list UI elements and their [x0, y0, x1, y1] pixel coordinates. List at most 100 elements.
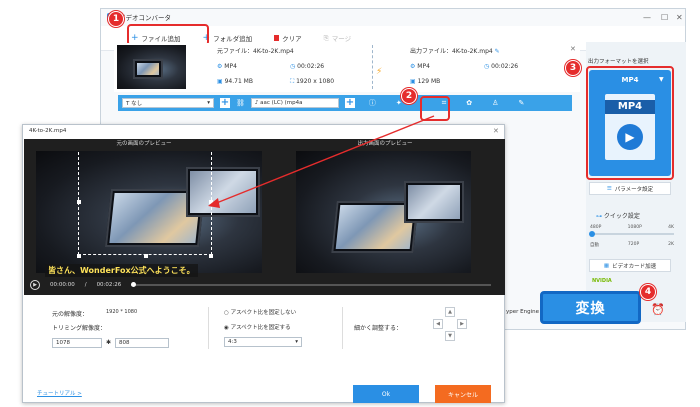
source-format: MP4 [224, 63, 237, 70]
source-duration: 00:02:26 [297, 63, 325, 70]
sliders-icon: ☰ [606, 185, 612, 192]
add-folder-button[interactable]: + フォルダ追加 [203, 33, 253, 43]
seek-bar[interactable] [131, 282, 492, 287]
output-filename: 4K-to-2K.mp4 [452, 48, 493, 55]
person-icon[interactable]: ♙ [492, 99, 498, 107]
trim-height-input[interactable]: 808 [115, 338, 169, 348]
nvidia-logo: NVIDIA [592, 278, 612, 284]
quick-settings-label: ⊶ クイック設定 [596, 211, 640, 220]
arrow-down-button[interactable]: ▼ [445, 331, 455, 341]
quick-settings-text: クイック設定 [603, 213, 640, 220]
quick-480p[interactable]: 480P [590, 225, 601, 230]
seek-handle[interactable] [131, 282, 137, 287]
watermark-icon[interactable]: ✿ [466, 99, 472, 107]
edit-icon[interactable]: ✎ [493, 48, 500, 55]
merge-icon: ⎘ [323, 33, 329, 42]
cancel-button[interactable]: キャンセル [435, 385, 491, 403]
convert-button[interactable]: 変換 [540, 291, 641, 324]
source-label: 元ファイル： [217, 48, 254, 55]
red-arrow [208, 115, 435, 208]
video-caption: 皆さん、WonderFox公式へようこそ。 [45, 264, 198, 277]
divider [208, 307, 209, 349]
title-bar: ビデオコンバータ — ☐ ✕ [101, 9, 685, 25]
add-folder-label: フォルダ追加 [213, 35, 253, 43]
playback-bar: ▶ 00:00:00 / 00:02:26 [24, 275, 505, 295]
pen-icon[interactable]: ✎ [518, 99, 524, 107]
trash-icon [274, 35, 280, 41]
chevron-down-icon: ▾ [295, 339, 298, 345]
ok-button[interactable]: Ok [353, 385, 419, 403]
output-size: 129 MB [417, 78, 441, 85]
play-button-icon[interactable]: ▶ [30, 280, 40, 290]
source-resolution: 1920 x 1080 [296, 78, 335, 85]
minimize-icon[interactable]: — [643, 13, 651, 22]
quick-top-labels: 480P 1080P 4K [590, 225, 674, 230]
quick-icon: ⊶ [596, 213, 604, 220]
gpu-accel-button[interactable]: ▦ ビデオカード加速 [589, 259, 671, 272]
tutorial-link[interactable]: チュートリアル > [37, 389, 82, 397]
crop-title: 4K-to-2K.mp4 [29, 128, 67, 134]
divider [372, 45, 373, 89]
param-label: パラメータ設定 [614, 186, 654, 193]
multiply-icon: ✱ [106, 339, 112, 346]
arrow-right-button[interactable]: ▶ [457, 319, 467, 329]
source-filename: 4K-to-2K.mp4 [253, 48, 294, 55]
size-icon: ▣ [217, 78, 225, 85]
merge-label: マージ [331, 35, 352, 43]
source-size: 94.71 MB [224, 78, 253, 85]
crop-close-icon[interactable]: ✕ [493, 127, 499, 135]
maximize-icon[interactable]: ☐ [661, 13, 668, 22]
output-format: MP4 [417, 63, 430, 70]
quick-1080p[interactable]: 1080P [628, 225, 642, 230]
step-badge-2: 2 [401, 88, 417, 104]
app-title: ビデオコンバータ [119, 14, 171, 22]
clear-button[interactable]: クリア [274, 33, 302, 43]
arrow-up-button[interactable]: ▲ [445, 307, 455, 317]
output-size-icon: ▣ [410, 78, 418, 85]
time-sep: / [84, 282, 87, 288]
aspect-fixed-radio[interactable]: ◉ アスペクト比を固定する [224, 323, 291, 331]
arrow-left-button[interactable]: ◀ [433, 319, 443, 329]
convert-label: 変換 [575, 300, 606, 317]
current-time: 00:00:00 [50, 282, 75, 288]
output-duration: 00:02:26 [491, 63, 519, 70]
clear-label: クリア [282, 35, 302, 43]
fine-tune-label: 細かく調整する： [354, 325, 403, 332]
param-settings-button[interactable]: ☰ パラメータ設定 [589, 182, 671, 195]
quick-4k[interactable]: 4K [668, 225, 674, 230]
step-badge-1: 1 [108, 11, 124, 27]
quick-auto[interactable]: 自動 [590, 242, 599, 248]
gpu-label: ビデオカード加速 [612, 263, 657, 270]
format-select-label: 出力フォーマットを選択 [588, 59, 649, 65]
crop-settings: 元の解像度： 1920 * 1080 トリミング解像度： 1078 ✱ 808 … [24, 303, 505, 381]
ratio-value: 4:3 [228, 339, 237, 345]
quick-720p[interactable]: 720P [628, 242, 639, 248]
orig-res-value: 1920 * 1080 [106, 309, 138, 315]
video-thumbnail[interactable] [117, 45, 186, 89]
ratio-select[interactable]: 4:3 ▾ [224, 337, 302, 347]
aspect-free-label: アスペクト比を固定しない [230, 310, 297, 316]
highlight-format [586, 66, 674, 180]
quick-2k[interactable]: 2K [668, 242, 674, 248]
alarm-icon[interactable]: ⏰ [651, 303, 665, 316]
quick-slider-handle[interactable] [589, 231, 595, 237]
aspect-free-radio[interactable]: ○ アスペクト比を固定しない [224, 308, 296, 316]
step-badge-4: 4 [640, 284, 656, 300]
hyper-engine-text: yper Engine [506, 309, 539, 315]
trim-width-input[interactable]: 1078 [52, 338, 102, 348]
merge-button[interactable]: ⎘ マージ [323, 33, 352, 44]
trim-res-label: トリミング解像度： [52, 325, 107, 332]
gpu-icon: ▦ [603, 262, 610, 269]
step-badge-3: 3 [565, 60, 581, 76]
lightning-icon: ⚡ [376, 67, 383, 77]
file-row: 元ファイル：4K-to-2K.mp4 ⚙ MP4 ◷ 00:02:26 ▣ 94… [114, 43, 580, 92]
remove-file-icon[interactable]: ✕ [570, 45, 576, 53]
divider [342, 307, 343, 349]
quick-slider-track[interactable] [590, 233, 674, 235]
total-time: 00:02:26 [96, 282, 122, 288]
subtitle-value: なし [131, 101, 143, 107]
aspect-fixed-label: アスペクト比を固定する [230, 325, 291, 331]
close-icon[interactable]: ✕ [676, 13, 683, 22]
orig-res-label: 元の解像度： [52, 311, 89, 318]
quick-bottom-labels: 自動 720P 2K [590, 242, 674, 248]
